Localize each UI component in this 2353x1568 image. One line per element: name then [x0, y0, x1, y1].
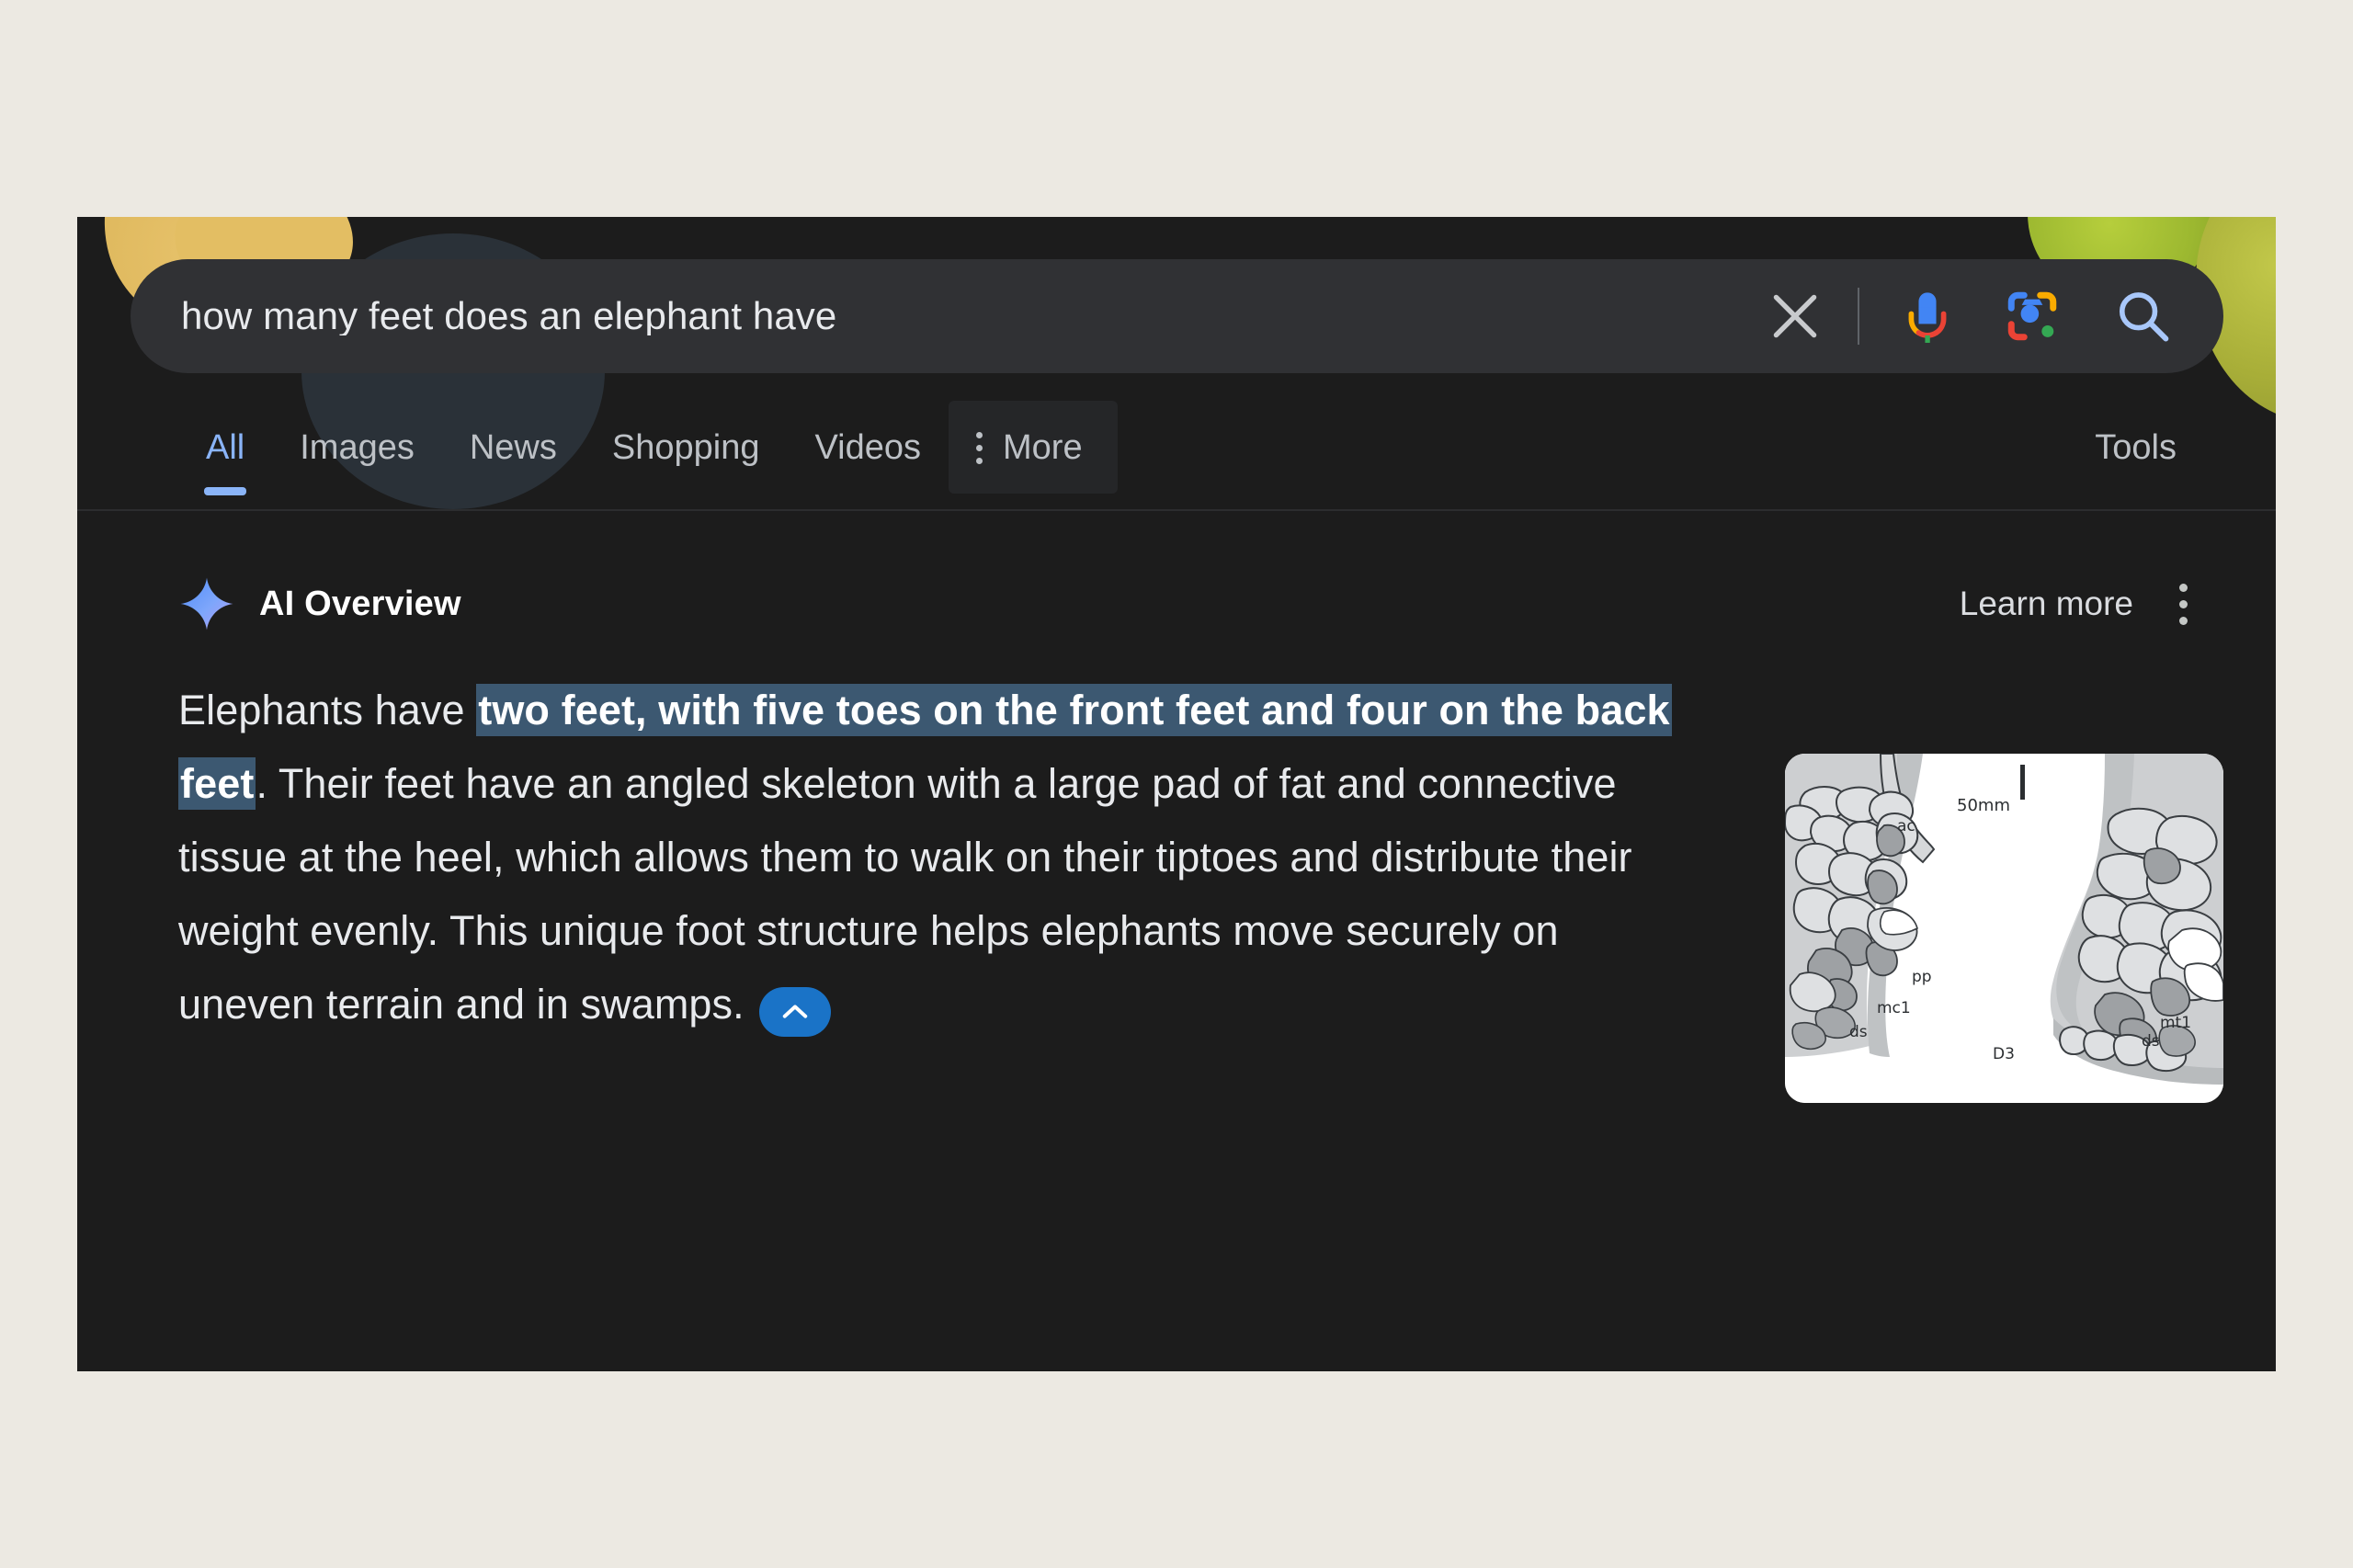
- search-nav-tabs: All Images News Shopping Videos More Too…: [77, 401, 2276, 511]
- tab-images-label: Images: [300, 428, 415, 467]
- more-options-icon: [976, 432, 983, 464]
- search-divider: [1858, 288, 1859, 345]
- svg-text:mc1: mc1: [1877, 999, 1911, 1017]
- svg-text:ds: ds: [1849, 1023, 1868, 1041]
- more-filters-button[interactable]: More: [949, 401, 1118, 494]
- ai-overview-title: AI Overview: [259, 584, 461, 623]
- ai-text-segment-plain-lead: Elephants have: [178, 687, 477, 733]
- svg-text:ds: ds: [2142, 1032, 2160, 1051]
- sparkle-icon: [178, 575, 235, 632]
- svg-text:50mm: 50mm: [1957, 796, 2010, 815]
- tab-all-label: All: [206, 428, 245, 467]
- tab-all[interactable]: All: [178, 401, 272, 495]
- ai-overview-header: AI Overview Learn more: [178, 575, 2193, 632]
- microphone-icon[interactable]: [1887, 276, 1968, 357]
- svg-text:mt1: mt1: [2160, 1014, 2191, 1032]
- ai-text-segment-plain-rest: . Their feet have an angled skeleton wit…: [178, 760, 1632, 1028]
- ai-overview-more-options-icon[interactable]: [2174, 578, 2193, 631]
- tab-videos-label: Videos: [814, 428, 921, 467]
- chevron-up-icon: [782, 1005, 807, 1018]
- svg-text:D3: D3: [1993, 1045, 2015, 1063]
- tab-news-label: News: [469, 428, 557, 467]
- tab-videos[interactable]: Videos: [787, 401, 949, 494]
- elephant-foot-anatomy-image[interactable]: 50mm ac pp mc1 ds mt1 ds D3: [1785, 754, 2223, 1103]
- tab-news[interactable]: News: [442, 401, 585, 494]
- tab-shopping-label: Shopping: [611, 428, 760, 467]
- learn-more-link[interactable]: Learn more: [1960, 585, 2133, 623]
- tools-label: Tools: [2095, 428, 2177, 467]
- more-filters-label: More: [1003, 428, 1083, 467]
- search-icon[interactable]: [2104, 278, 2181, 355]
- search-input[interactable]: how many feet does an elephant have: [181, 297, 1760, 335]
- search-results-panel: how many feet does an elephant have All …: [77, 217, 2276, 1371]
- tab-shopping[interactable]: Shopping: [585, 401, 788, 494]
- close-icon[interactable]: [1760, 281, 1830, 351]
- google-lens-icon[interactable]: [1994, 278, 2071, 355]
- svg-text:pp: pp: [1912, 968, 1932, 986]
- anatomy-diagram: 50mm ac pp mc1 ds mt1 ds D3: [1785, 754, 2223, 1103]
- search-bar[interactable]: how many feet does an elephant have: [131, 259, 2223, 373]
- tab-images[interactable]: Images: [272, 401, 442, 494]
- ai-overview-text: Elephants have two feet, with five toes …: [178, 674, 1704, 1041]
- tools-button[interactable]: Tools: [2084, 401, 2188, 494]
- collapse-ai-overview-button[interactable]: [758, 987, 831, 1037]
- svg-text:ac: ac: [1897, 817, 1915, 835]
